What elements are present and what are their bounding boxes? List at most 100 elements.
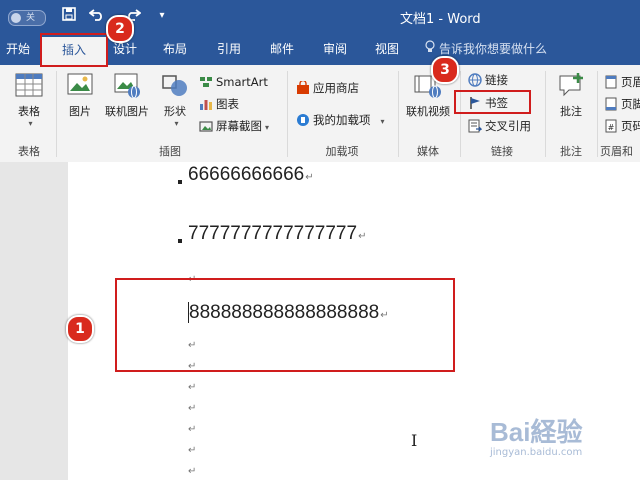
- screenshot-label: 屏幕截图: [216, 119, 262, 133]
- save-icon[interactable]: [60, 7, 78, 25]
- paragraph-mark-icon: ↵: [188, 445, 197, 456]
- comment-button[interactable]: 批注: [551, 71, 591, 119]
- table-icon: [14, 71, 44, 99]
- smartart-icon: [199, 75, 213, 89]
- footer-icon: [604, 97, 618, 111]
- shapes-icon: [160, 71, 190, 99]
- ribbon-insert: 表格 ▾ 表格 图片 联机图片 形状 ▾ SmartArt 图表 屏幕截图 ▾ 插…: [0, 65, 640, 163]
- shapes-label: 形状: [164, 105, 186, 118]
- tell-me-text: 告诉我你想要做什么: [439, 42, 548, 56]
- autosave-toggle[interactable]: 关: [8, 10, 46, 26]
- ibeam-cursor-icon: I: [411, 431, 418, 450]
- page-number-label: 页码: [621, 119, 640, 133]
- store-button[interactable]: 应用商店: [296, 79, 359, 97]
- highlight-bookmark-button: [454, 90, 531, 114]
- dropdown-icon: ▾: [174, 119, 179, 128]
- toggle-knob: [11, 13, 21, 23]
- autosave-label: 关: [26, 13, 36, 23]
- tab-layout[interactable]: 布局: [158, 33, 192, 65]
- online-pictures-button[interactable]: 联机图片: [102, 71, 152, 119]
- group-label-tables: 表格: [18, 145, 40, 158]
- shapes-button[interactable]: 形状 ▾: [156, 71, 194, 128]
- group-divider: [287, 71, 288, 157]
- group-label-comments: 批注: [560, 145, 582, 158]
- dropdown-icon: ▾: [380, 117, 385, 126]
- group-divider: [597, 71, 598, 157]
- header-button[interactable]: 页眉: [604, 73, 640, 91]
- dropdown-icon: ▾: [28, 119, 33, 128]
- highlight-insert-tab: [40, 33, 108, 67]
- cross-reference-button[interactable]: 交叉引用: [468, 117, 531, 135]
- cross-reference-label: 交叉引用: [485, 119, 531, 133]
- comment-label: 批注: [560, 105, 582, 118]
- paragraph-mark-icon: ↵: [188, 403, 197, 414]
- link-label: 链接: [485, 73, 508, 87]
- paragraph-mark-icon: ↵: [305, 172, 314, 183]
- screenshot-button[interactable]: 屏幕截图 ▾: [199, 117, 269, 135]
- format-mark: [178, 239, 182, 243]
- customize-qat-icon[interactable]: ▾: [153, 7, 171, 25]
- group-divider: [398, 71, 399, 157]
- footer-label: 页脚: [621, 97, 640, 111]
- my-addins-label: 我的加载项: [313, 113, 371, 127]
- group-label-media: 媒体: [417, 145, 439, 158]
- tab-review[interactable]: 审阅: [318, 33, 352, 65]
- screenshot-icon: [199, 119, 213, 133]
- line-1-text: 66666666666: [188, 164, 305, 185]
- highlight-target-text: [115, 278, 455, 372]
- line-2-text: 7777777777777777: [188, 223, 358, 244]
- group-label-header-footer: 页眉和: [600, 145, 633, 158]
- undo-icon[interactable]: [88, 7, 106, 25]
- paragraph-mark-icon: ↵: [188, 424, 197, 435]
- tab-home[interactable]: 开始: [0, 33, 36, 65]
- watermark: Bai経验 jingyan.baidu.com: [490, 412, 582, 458]
- text-line-2[interactable]: 7777777777777777↵: [188, 223, 366, 245]
- cross-reference-icon: [468, 119, 483, 133]
- store-label: 应用商店: [313, 81, 359, 95]
- step-badge-2: 2: [106, 15, 134, 43]
- smartart-label: SmartArt: [216, 75, 268, 89]
- smartart-button[interactable]: SmartArt: [199, 73, 268, 91]
- group-label-illustrations: 插图: [159, 145, 181, 158]
- table-label: 表格: [18, 105, 40, 118]
- online-pictures-label: 联机图片: [105, 105, 149, 118]
- link-icon: [468, 73, 482, 87]
- group-label-links: 链接: [491, 145, 513, 158]
- step-badge-1: 1: [66, 315, 94, 343]
- footer-button[interactable]: 页脚: [604, 95, 640, 113]
- online-picture-icon: [112, 71, 142, 99]
- pictures-label: 图片: [69, 105, 91, 118]
- svg-text:#: #: [608, 123, 615, 132]
- chart-label: 图表: [216, 97, 239, 111]
- table-button[interactable]: 表格 ▾: [8, 71, 50, 128]
- picture-icon: [65, 71, 95, 99]
- group-divider: [545, 71, 546, 157]
- tab-references[interactable]: 引用: [212, 33, 246, 65]
- dropdown-icon: ▾: [265, 123, 270, 132]
- page-number-button[interactable]: # 页码: [604, 117, 640, 135]
- document-title: 文档1 - Word: [400, 12, 481, 27]
- online-video-label: 联机视频: [406, 105, 450, 118]
- header-label: 页眉: [621, 75, 640, 89]
- paragraph-mark-icon: ↵: [188, 466, 197, 477]
- link-button[interactable]: 链接: [468, 71, 508, 89]
- step-badge-3: 3: [431, 56, 459, 84]
- page-number-icon: #: [604, 119, 618, 133]
- watermark-url: jingyan.baidu.com: [490, 447, 583, 458]
- paragraph-mark-icon: ↵: [358, 231, 367, 242]
- text-line-1[interactable]: 66666666666↵: [188, 164, 314, 186]
- header-icon: [604, 75, 618, 89]
- store-icon: [296, 79, 310, 95]
- title-bar: 关 ▾ 文档1 - Word: [0, 0, 640, 33]
- chart-button[interactable]: 图表: [199, 95, 239, 113]
- group-divider: [56, 71, 57, 157]
- tab-view[interactable]: 视图: [370, 33, 404, 65]
- format-mark: [178, 180, 182, 184]
- group-label-addins: 加载项: [325, 145, 359, 158]
- addins-icon: [296, 113, 310, 127]
- tab-mailings[interactable]: 邮件: [265, 33, 299, 65]
- pictures-button[interactable]: 图片: [62, 71, 98, 119]
- watermark-brand: Bai経验: [490, 417, 583, 447]
- my-addins-button[interactable]: 我的加载项 ▾: [296, 111, 385, 129]
- group-divider: [460, 71, 461, 157]
